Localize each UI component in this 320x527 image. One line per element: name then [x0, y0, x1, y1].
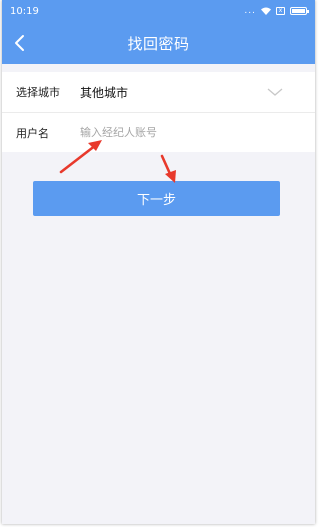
- phone-screen: 10:19 ... x 找回密码 选择城市 其他城市 用户名 输入经纪人账号 下…: [2, 0, 315, 524]
- chevron-left-icon[interactable]: [10, 32, 30, 54]
- signal-dots-icon: ...: [244, 6, 256, 16]
- username-input[interactable]: [80, 126, 260, 139]
- status-bar: 10:19 ... x: [2, 0, 315, 22]
- city-value[interactable]: 其他城市: [80, 84, 128, 101]
- status-icons: ... x: [244, 6, 309, 16]
- city-select-row[interactable]: 选择城市 其他城市: [2, 72, 315, 112]
- username-row: 用户名: [2, 112, 315, 152]
- wifi-icon: [261, 7, 271, 15]
- sim-icon: x: [276, 7, 285, 15]
- nav-bar: 找回密码: [2, 22, 315, 64]
- city-label: 选择城市: [16, 86, 60, 99]
- status-time: 10:19: [10, 5, 39, 17]
- annotation-arrow-icon: [59, 140, 102, 174]
- form-card: 选择城市 其他城市 用户名: [2, 72, 315, 152]
- page-title: 找回密码: [127, 34, 190, 53]
- battery-icon: [290, 7, 309, 15]
- next-step-button[interactable]: 下一步: [33, 181, 280, 216]
- chevron-down-icon[interactable]: [267, 87, 283, 97]
- annotation-arrow-icon: [160, 154, 176, 183]
- battery-level: [292, 9, 305, 13]
